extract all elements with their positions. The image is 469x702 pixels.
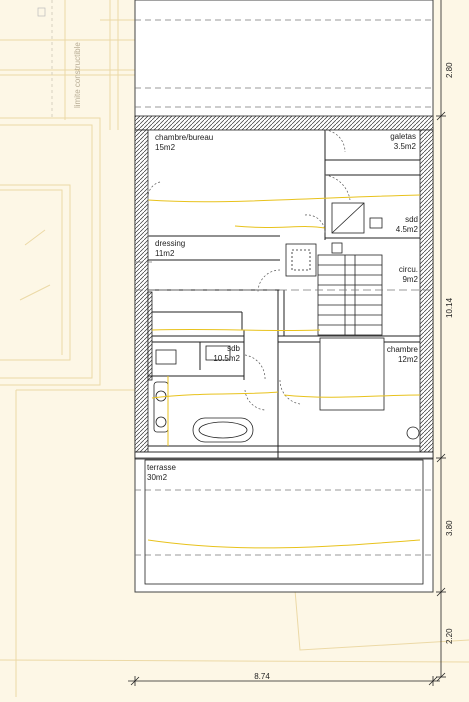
room-name-galetas: galetas <box>390 132 416 141</box>
floor-plan: limite constructible chambre/bureau 15m2… <box>0 0 469 697</box>
room-area-sdb: 10.5m2 <box>213 354 240 363</box>
marker-square <box>37 7 46 17</box>
room-name-sdd: sdd <box>405 215 418 224</box>
room-name-circu: circu. <box>399 265 418 274</box>
room-name-chambre-bureau: chambre/bureau <box>155 133 213 142</box>
dim-middle: 10.14 <box>445 297 454 318</box>
dim-lower: 3.80 <box>445 520 454 536</box>
horizontal-dimension <box>128 676 440 686</box>
dim-top: 2.80 <box>445 62 454 78</box>
floor-plan-drawing: limite constructible chambre/bureau 15m2… <box>0 0 469 697</box>
limit-label: limite constructible <box>73 42 82 108</box>
dim-bottom-right: 2.20 <box>445 628 454 644</box>
room-area-chambre: 12m2 <box>398 355 419 364</box>
room-name-terrasse: terrasse <box>147 463 176 472</box>
room-name-chambre: chambre <box>387 345 419 354</box>
dim-width: 8.74 <box>254 672 270 681</box>
room-name-dressing: dressing <box>155 239 185 248</box>
room-area-chambre-bureau: 15m2 <box>155 143 176 152</box>
room-area-dressing: 11m2 <box>155 249 175 258</box>
room-area-galetas: 3.5m2 <box>394 142 417 151</box>
room-name-sdb: sdb <box>227 344 240 353</box>
room-area-terrasse: 30m2 <box>147 473 168 482</box>
room-area-circu: 9m2 <box>402 275 418 284</box>
room-area-sdd: 4.5m2 <box>396 225 419 234</box>
vertical-dimension <box>436 0 446 682</box>
